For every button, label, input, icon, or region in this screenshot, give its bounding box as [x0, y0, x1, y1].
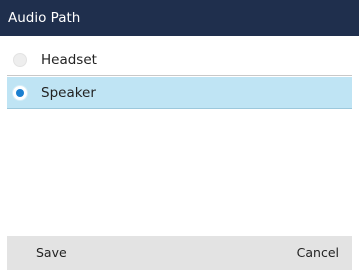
radio-selected-icon[interactable] — [13, 85, 27, 100]
option-headset[interactable]: Headset — [7, 44, 352, 76]
radio-unselected-icon[interactable] — [13, 52, 27, 67]
option-label: Headset — [41, 51, 97, 68]
cancel-button[interactable]: Cancel — [289, 236, 347, 270]
option-label: Speaker — [41, 84, 96, 101]
page-title: Audio Path — [0, 0, 359, 36]
save-button[interactable]: Save — [28, 236, 75, 270]
option-speaker[interactable]: Speaker — [7, 77, 352, 109]
audio-path-option-list: Headset Speaker — [7, 44, 352, 109]
softkey-bar: Save Cancel — [7, 236, 352, 270]
